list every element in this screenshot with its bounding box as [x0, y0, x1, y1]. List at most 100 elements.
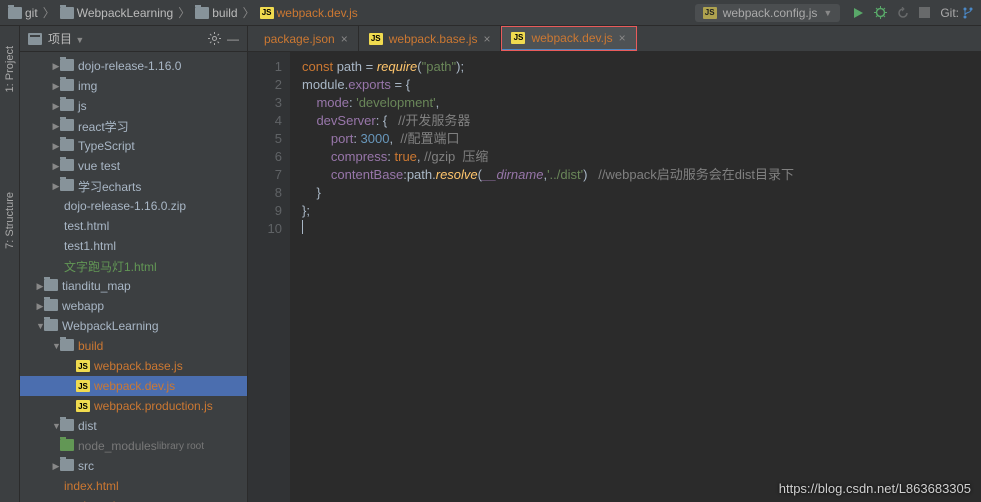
folder-icon [44, 319, 58, 334]
tree-item-label: dist [78, 419, 97, 433]
editor-tab[interactable]: package.json× [248, 26, 359, 51]
tree-item[interactable]: ▶react学习 [20, 116, 247, 136]
branch-icon [963, 7, 973, 19]
editor-tab[interactable]: JSwebpack.dev.js× [501, 26, 636, 51]
tree-item-label: node_modules [78, 439, 157, 453]
tree-item-label: build [78, 339, 103, 353]
tree-item[interactable]: dojo-release-1.16.0.zip [20, 196, 247, 216]
folder-icon [60, 59, 74, 74]
expand-arrow-icon[interactable]: ▶ [52, 461, 60, 472]
tree-item[interactable]: JSwebpack.dev.js [20, 376, 247, 396]
tab-label: webpack.base.js [389, 32, 478, 46]
tree-item[interactable]: ▶dojo-release-1.16.0 [20, 56, 247, 76]
code-editor[interactable]: 12345678910 const path = require("path")… [248, 52, 981, 502]
chevron-down-icon: ▼ [823, 8, 832, 18]
tree-item[interactable]: ▼ build [20, 336, 247, 356]
chevron-right-icon: 〉 [43, 4, 55, 21]
expand-arrow-icon[interactable]: ▶ [52, 81, 60, 92]
tree-item-label: tianditu_map [62, 279, 131, 293]
folder-icon [60, 79, 74, 94]
folder-icon [60, 179, 74, 194]
tree-item[interactable]: ▶ TypeScript [20, 136, 247, 156]
breadcrumb[interactable]: git 〉 WebpackLearning 〉 build 〉 JS webpa… [8, 4, 695, 21]
expand-arrow-icon[interactable]: ▼ [52, 341, 60, 351]
tree-item[interactable]: test.html [20, 216, 247, 236]
tree-item-label: js [78, 99, 87, 113]
tree-item-label: webapp [62, 299, 104, 313]
js-icon: JS [511, 32, 525, 44]
expand-arrow-icon[interactable]: ▶ [52, 141, 60, 152]
stop-icon[interactable] [919, 7, 930, 18]
project-title[interactable]: 项目 ▼ [48, 30, 202, 47]
tree-item[interactable]: ▼ WebpackLearning [20, 316, 247, 336]
js-icon: JS [76, 380, 90, 392]
project-tree[interactable]: ▶dojo-release-1.16.0▶img▶js▶react学习▶Type… [20, 52, 247, 502]
run-icon[interactable] [852, 7, 864, 19]
folder-icon [60, 99, 74, 114]
tree-item[interactable]: ▶ js [20, 96, 247, 116]
tree-item[interactable]: index.html [20, 476, 247, 496]
project-tool-button[interactable]: 1: Project [4, 46, 16, 92]
debug-icon[interactable] [874, 6, 887, 19]
tree-item-label: WebpackLearning [62, 319, 159, 333]
folder-icon [60, 139, 74, 154]
tree-item-label: 文字跑马灯1.html [64, 258, 157, 275]
tree-item[interactable]: test1.html [20, 236, 247, 256]
tree-item[interactable]: ▶ img [20, 76, 247, 96]
tree-item[interactable]: ▶src [20, 456, 247, 476]
js-file-icon: JS [703, 7, 717, 19]
code-content[interactable]: const path = require("path"); module.exp… [290, 52, 794, 502]
folder-icon [60, 459, 74, 474]
close-icon[interactable]: × [619, 31, 626, 45]
expand-arrow-icon[interactable]: ▶ [52, 161, 60, 172]
expand-arrow-icon[interactable]: ▶ [52, 121, 60, 132]
editor-tabs: package.json×JSwebpack.base.js×JSwebpack… [248, 26, 981, 52]
tree-item-label: test.html [64, 219, 109, 233]
tree-item[interactable]: node_modules library root [20, 436, 247, 456]
structure-tool-button[interactable]: 7: Structure [4, 192, 16, 249]
folder-icon [8, 7, 22, 19]
tree-item[interactable]: JSwebpack.production.js [20, 396, 247, 416]
js-file-icon: JS [260, 7, 274, 19]
expand-arrow-icon[interactable]: ▶ [36, 281, 44, 292]
close-icon[interactable]: × [483, 32, 490, 46]
expand-arrow-icon[interactable]: ▶ [36, 301, 44, 312]
collapse-icon[interactable]: — [227, 32, 239, 46]
tree-item[interactable]: 文字跑马灯1.html [20, 256, 247, 276]
folder-g-icon [60, 439, 74, 454]
tree-item[interactable]: ▼ dist [20, 416, 247, 436]
expand-arrow-icon[interactable]: ▶ [52, 181, 60, 192]
chevron-right-icon: 〉 [178, 4, 190, 21]
tree-item[interactable]: ▶ tianditu_map [20, 276, 247, 296]
expand-arrow-icon[interactable]: ▶ [52, 61, 60, 72]
editor-area: package.json×JSwebpack.base.js×JSwebpack… [248, 26, 981, 502]
expand-arrow-icon[interactable]: ▼ [36, 321, 44, 331]
expand-arrow-icon[interactable]: ▶ [52, 101, 60, 112]
gear-icon[interactable] [208, 32, 221, 45]
tree-item-label: dojo-release-1.16.0.zip [64, 199, 186, 213]
tree-item[interactable]: JSwebpack.base.js [20, 356, 247, 376]
rerun-icon[interactable] [897, 7, 909, 19]
chevron-right-icon: 〉 [243, 4, 255, 21]
git-menu[interactable]: Git: [940, 6, 973, 20]
expand-arrow-icon[interactable]: ▼ [52, 421, 60, 431]
folder-icon [44, 299, 58, 314]
close-icon[interactable]: × [341, 32, 348, 46]
tree-item-label: TypeScript [78, 139, 135, 153]
tree-item-label: index.html [64, 479, 119, 493]
tree-item[interactable]: ▶ 学习echarts [20, 176, 247, 196]
tree-item-label: 学习echarts [78, 178, 141, 195]
tree-item[interactable]: ▶ webapp [20, 296, 247, 316]
tree-item-label: vue test [78, 159, 120, 173]
editor-tab[interactable]: JSwebpack.base.js× [359, 26, 502, 51]
run-config-selector[interactable]: JS webpack.config.js ▼ [695, 4, 841, 22]
folder-icon [60, 7, 74, 19]
tree-item-label: img [78, 79, 97, 93]
tree-item-label: webpack.base.js [94, 359, 183, 373]
tree-item[interactable]: package.json [20, 496, 247, 502]
watermark: https://blog.csdn.net/L863683305 [779, 481, 971, 496]
top-toolbar: git 〉 WebpackLearning 〉 build 〉 JS webpa… [0, 0, 981, 26]
line-gutter: 12345678910 [248, 52, 290, 502]
tree-item[interactable]: ▶ vue test [20, 156, 247, 176]
folder-icon [60, 119, 74, 134]
